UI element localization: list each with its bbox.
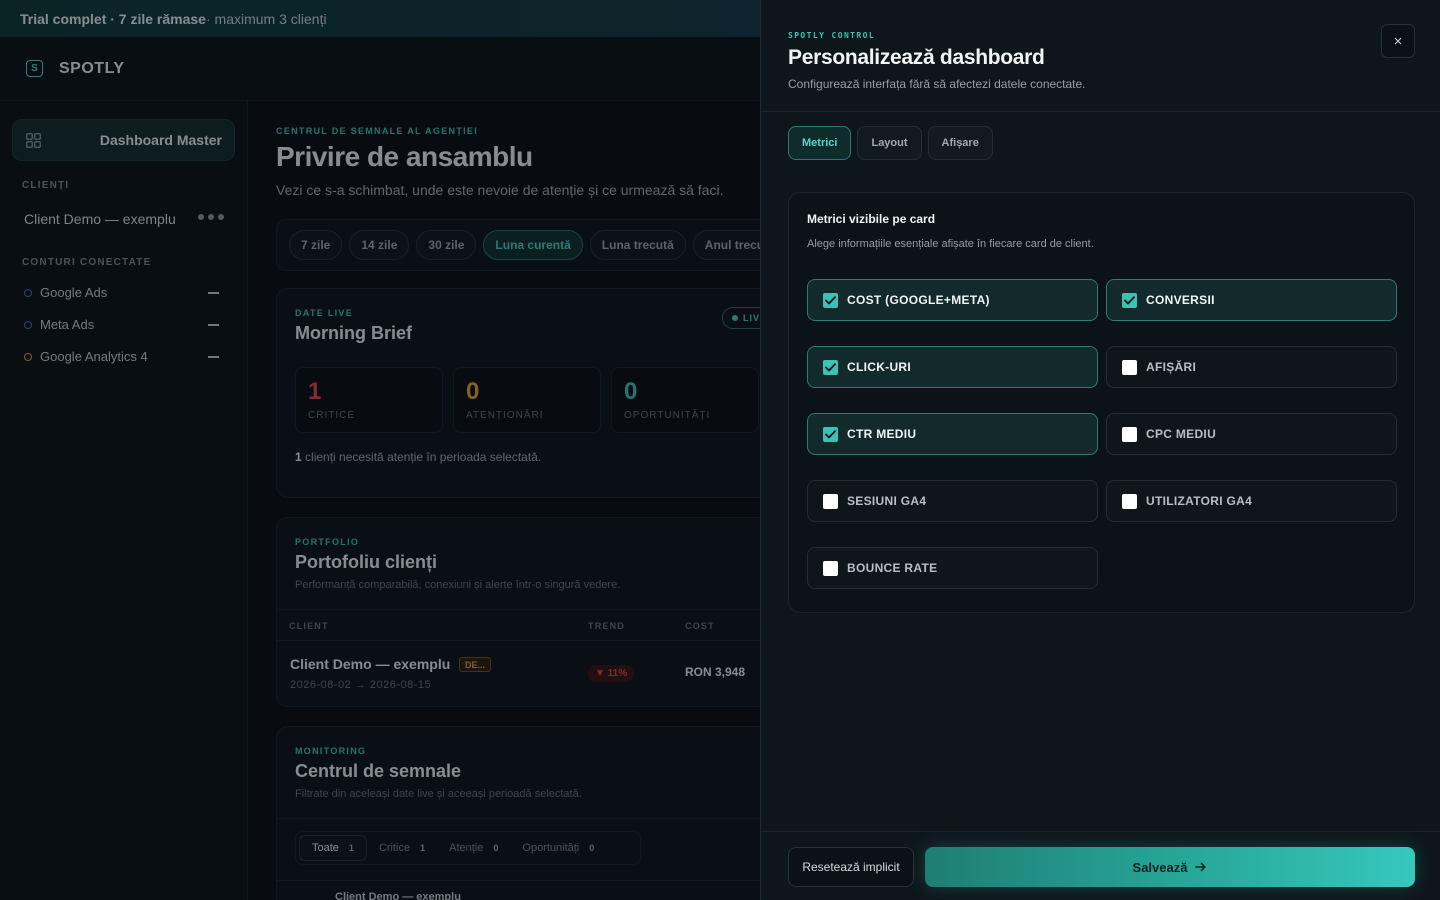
checkbox[interactable] bbox=[823, 560, 838, 576]
metric-label: COST (GOOGLE+META) bbox=[847, 293, 990, 307]
check-icon bbox=[825, 362, 836, 371]
metrics-panel: Metrici vizibile pe card Alege informați… bbox=[788, 192, 1415, 613]
metric-label: UTILIZATORI GA4 bbox=[1146, 494, 1253, 508]
save-label: Salvează bbox=[1132, 859, 1188, 875]
check-icon bbox=[825, 429, 836, 438]
metric-label: CONVERSII bbox=[1146, 293, 1215, 307]
metric-option-utilizatori-ga4[interactable]: UTILIZATORI GA4 bbox=[1106, 480, 1397, 522]
metric-label: SESIUNI GA4 bbox=[847, 494, 927, 508]
checkbox[interactable] bbox=[1122, 493, 1137, 509]
drawer-tabs: Metrici Layout Afișare bbox=[788, 126, 993, 160]
check-icon bbox=[825, 295, 836, 304]
checkbox[interactable] bbox=[823, 493, 838, 509]
metric-option-ctr-mediu[interactable]: CTR MEDIU bbox=[807, 413, 1098, 455]
tab-metrici[interactable]: Metrici bbox=[788, 126, 852, 160]
metric-label: AFIȘĂRI bbox=[1146, 360, 1197, 374]
metric-option-afi-ri[interactable]: AFIȘĂRI bbox=[1106, 346, 1397, 388]
check-icon bbox=[1124, 295, 1135, 304]
close-button[interactable]: × bbox=[1381, 24, 1415, 58]
arrow-right-icon bbox=[1195, 862, 1207, 872]
metric-option-sesiuni-ga4[interactable]: SESIUNI GA4 bbox=[807, 480, 1098, 522]
checkbox[interactable] bbox=[823, 292, 838, 308]
panel-subtitle: Alege informațiile esențiale afișate în … bbox=[807, 238, 1094, 250]
drawer-subtitle: Configurează interfața fără să afectezi … bbox=[788, 77, 1086, 91]
metric-option-cpc-mediu[interactable]: CPC MEDIU bbox=[1106, 413, 1397, 455]
panel-title: Metrici vizibile pe card bbox=[807, 212, 936, 226]
close-icon: × bbox=[1393, 32, 1403, 50]
metric-label: CTR MEDIU bbox=[847, 427, 917, 441]
checkbox[interactable] bbox=[823, 426, 838, 442]
tab-afisare[interactable]: Afișare bbox=[927, 126, 993, 160]
metric-option-bounce-rate[interactable]: BOUNCE RATE bbox=[807, 547, 1098, 589]
tab-layout[interactable]: Layout bbox=[857, 126, 922, 160]
drawer-header: SPOTLY CONTROL Personalizează dashboard … bbox=[761, 0, 1440, 112]
save-button[interactable]: Salvează bbox=[925, 847, 1415, 887]
reset-defaults-button[interactable]: Resetează implicit bbox=[788, 847, 914, 887]
metric-label: CPC MEDIU bbox=[1146, 427, 1217, 441]
checkbox[interactable] bbox=[1122, 359, 1137, 375]
metric-label: BOUNCE RATE bbox=[847, 561, 938, 575]
metric-label: CLICK-URI bbox=[847, 360, 912, 374]
metric-option-conversii[interactable]: CONVERSII bbox=[1106, 279, 1397, 321]
checkbox[interactable] bbox=[1122, 426, 1137, 442]
customize-drawer: SPOTLY CONTROL Personalizează dashboard … bbox=[760, 0, 1440, 900]
metric-option-click-uri[interactable]: CLICK-URI bbox=[807, 346, 1098, 388]
metric-option-cost-google-meta[interactable]: COST (GOOGLE+META) bbox=[807, 279, 1098, 321]
checkbox[interactable] bbox=[823, 359, 838, 375]
checkbox[interactable] bbox=[1122, 292, 1137, 308]
drawer-title: Personalizează dashboard bbox=[788, 46, 1045, 69]
drawer-eyebrow: SPOTLY CONTROL bbox=[788, 31, 876, 40]
drawer-footer: Resetează implicit Salvează bbox=[761, 831, 1440, 900]
